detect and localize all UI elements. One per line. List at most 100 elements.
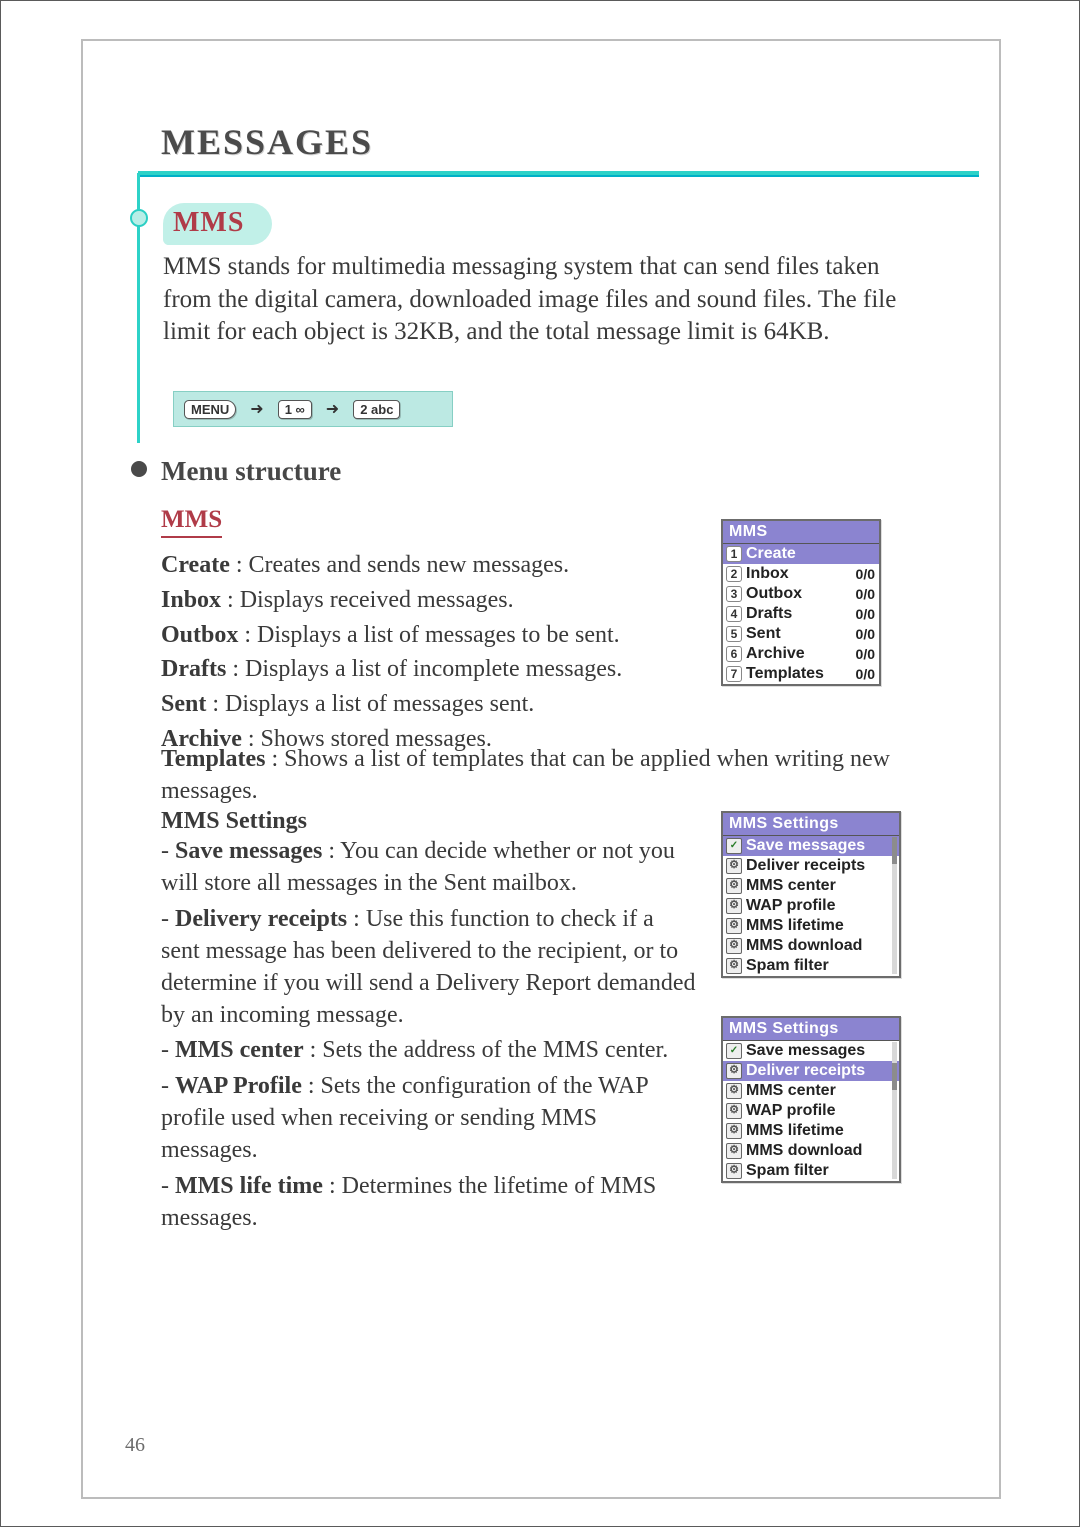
page-title: MESSAGES	[161, 122, 373, 162]
gear-icon	[726, 898, 742, 914]
gear-icon	[726, 958, 742, 974]
menu-item-label: Deliver receipts	[746, 857, 895, 875]
term: Sent	[161, 691, 206, 717]
term: WAP Profile	[175, 1073, 302, 1099]
phone-menu-item[interactable]: MMS download	[723, 936, 899, 956]
mms-menu-section: MMS Create : Creates and sends new messa…	[161, 506, 701, 757]
menu-key-icon: MENU	[184, 400, 236, 419]
definition-row: Create : Creates and sends new messages.	[161, 548, 701, 583]
definition-row: Sent : Displays a list of messages sent.	[161, 687, 701, 722]
settings-definition-row: - MMS life time : Determines the lifetim…	[161, 1171, 696, 1235]
desc: : Displays received messages.	[221, 587, 514, 613]
menu-item-label: WAP profile	[746, 1102, 895, 1120]
scrollbar-icon	[892, 1042, 897, 1179]
phone-menu-item[interactable]: Deliver receipts	[723, 1061, 899, 1081]
phone-screenshot-mms-settings-2: MMS Settings Save messages Deliver receip…	[721, 1016, 901, 1183]
phone-menu-item[interactable]: Save messages	[723, 836, 899, 856]
menu-item-label: Deliver receipts	[746, 1062, 895, 1080]
phone-menu-header: MMS Settings	[723, 1018, 899, 1041]
mms-definitions-list: Create : Creates and sends new messages.…	[161, 548, 701, 757]
phone-menu-item[interactable]: WAP profile	[723, 896, 899, 916]
settings-definition-row: - MMS center : Sets the address of the M…	[161, 1035, 696, 1067]
key-sequence-box: MENU ➜ 1 ∞ ➜ 2 abc	[173, 391, 453, 427]
term: Outbox	[161, 622, 238, 648]
menu-item-count: 0/0	[856, 666, 875, 682]
phone-menu-item[interactable]: 3Outbox0/0	[723, 584, 879, 604]
keypad-2-icon: 2 abc	[353, 400, 400, 419]
settings-definition-row: - Save messages : You can decide whether…	[161, 836, 696, 900]
phone-menu-item[interactable]: 4Drafts0/0	[723, 604, 879, 624]
menu-item-label: MMS download	[746, 1142, 895, 1160]
phone-menu-item[interactable]: 2Inbox0/0	[723, 564, 879, 584]
phone-menu-item[interactable]: 5Sent0/0	[723, 624, 879, 644]
title-rule	[138, 171, 979, 177]
menu-item-label: Outbox	[746, 585, 852, 603]
menu-item-number: 5	[726, 626, 742, 642]
definition-row: Outbox : Displays a list of messages to …	[161, 618, 701, 653]
gear-icon	[726, 858, 742, 874]
menu-item-label: Inbox	[746, 565, 852, 583]
keypad-1-icon: 1 ∞	[278, 400, 312, 419]
phone-menu-item[interactable]: MMS download	[723, 1141, 899, 1161]
menu-item-label: MMS center	[746, 1082, 895, 1100]
phone-menu-header: MMS	[723, 521, 879, 544]
gear-icon	[726, 1103, 742, 1119]
page-number: 46	[125, 1434, 145, 1457]
gear-icon	[726, 1063, 742, 1079]
desc: : Creates and sends new messages.	[230, 552, 569, 578]
title-block: MESSAGES	[161, 121, 959, 163]
phone-menu-item[interactable]: Spam filter	[723, 956, 899, 976]
menu-item-number: 3	[726, 586, 742, 602]
desc: : Displays a list of incomplete messages…	[226, 656, 622, 682]
phone-menu-item[interactable]: 6Archive0/0	[723, 644, 879, 664]
definition-row: Inbox : Displays received messages.	[161, 583, 701, 618]
checkbox-icon	[726, 838, 742, 854]
menu-item-count: 0/0	[856, 646, 875, 662]
term: Delivery receipts	[175, 906, 347, 932]
menu-item-label: MMS center	[746, 877, 895, 895]
phone-menu-header: MMS Settings	[723, 813, 899, 836]
phone-menu-item[interactable]: Deliver receipts	[723, 856, 899, 876]
arrow-right-icon: ➜	[326, 399, 339, 419]
bullet-icon	[131, 461, 147, 477]
phone-menu-item[interactable]: 7Templates0/0	[723, 664, 879, 684]
subsection-heading-menu-structure: Menu structure	[161, 456, 341, 487]
menu-item-label: Save messages	[746, 1042, 895, 1060]
phone-menu-item[interactable]: MMS lifetime	[723, 1121, 899, 1141]
desc: : Shows a list of templates that can be …	[161, 746, 890, 804]
checkbox-icon	[726, 1043, 742, 1059]
menu-item-count: 0/0	[856, 566, 875, 582]
phone-menu-item[interactable]: Spam filter	[723, 1161, 899, 1181]
menu-item-count: 0/0	[856, 586, 875, 602]
menu-item-number: 1	[726, 546, 742, 562]
menu-item-label: MMS lifetime	[746, 1122, 895, 1140]
phone-menu-item[interactable]: WAP profile	[723, 1101, 899, 1121]
desc: : Displays a list of messages sent.	[206, 691, 534, 717]
phone-menu-item[interactable]: MMS center	[723, 1081, 899, 1101]
section-heading-mms: MMS	[163, 203, 272, 245]
menu-item-count: 0/0	[856, 606, 875, 622]
gear-icon	[726, 938, 742, 954]
gear-icon	[726, 1123, 742, 1139]
menu-item-label: Create	[746, 545, 875, 563]
scrollbar-icon	[892, 837, 897, 974]
menu-item-label: Spam filter	[746, 1162, 895, 1180]
term: Save messages	[175, 838, 322, 864]
term: MMS center	[175, 1037, 304, 1063]
phone-menu-item[interactable]: 1Create	[723, 544, 879, 564]
phone-menu-item[interactable]: MMS center	[723, 876, 899, 896]
term: Templates	[161, 746, 265, 772]
menu-item-label: Templates	[746, 665, 852, 683]
gear-icon	[726, 1083, 742, 1099]
menu-item-count: 0/0	[856, 626, 875, 642]
phone-screenshot-mms-settings-1: MMS Settings Save messages Deliver receip…	[721, 811, 901, 978]
menu-item-label: Save messages	[746, 837, 895, 855]
menu-item-label: MMS download	[746, 937, 895, 955]
gear-icon	[726, 1163, 742, 1179]
menu-item-label: Drafts	[746, 605, 852, 623]
menu-item-number: 6	[726, 646, 742, 662]
arrow-right-icon: ➜	[250, 399, 263, 419]
menu-item-number: 4	[726, 606, 742, 622]
phone-menu-item[interactable]: Save messages	[723, 1041, 899, 1061]
phone-menu-item[interactable]: MMS lifetime	[723, 916, 899, 936]
